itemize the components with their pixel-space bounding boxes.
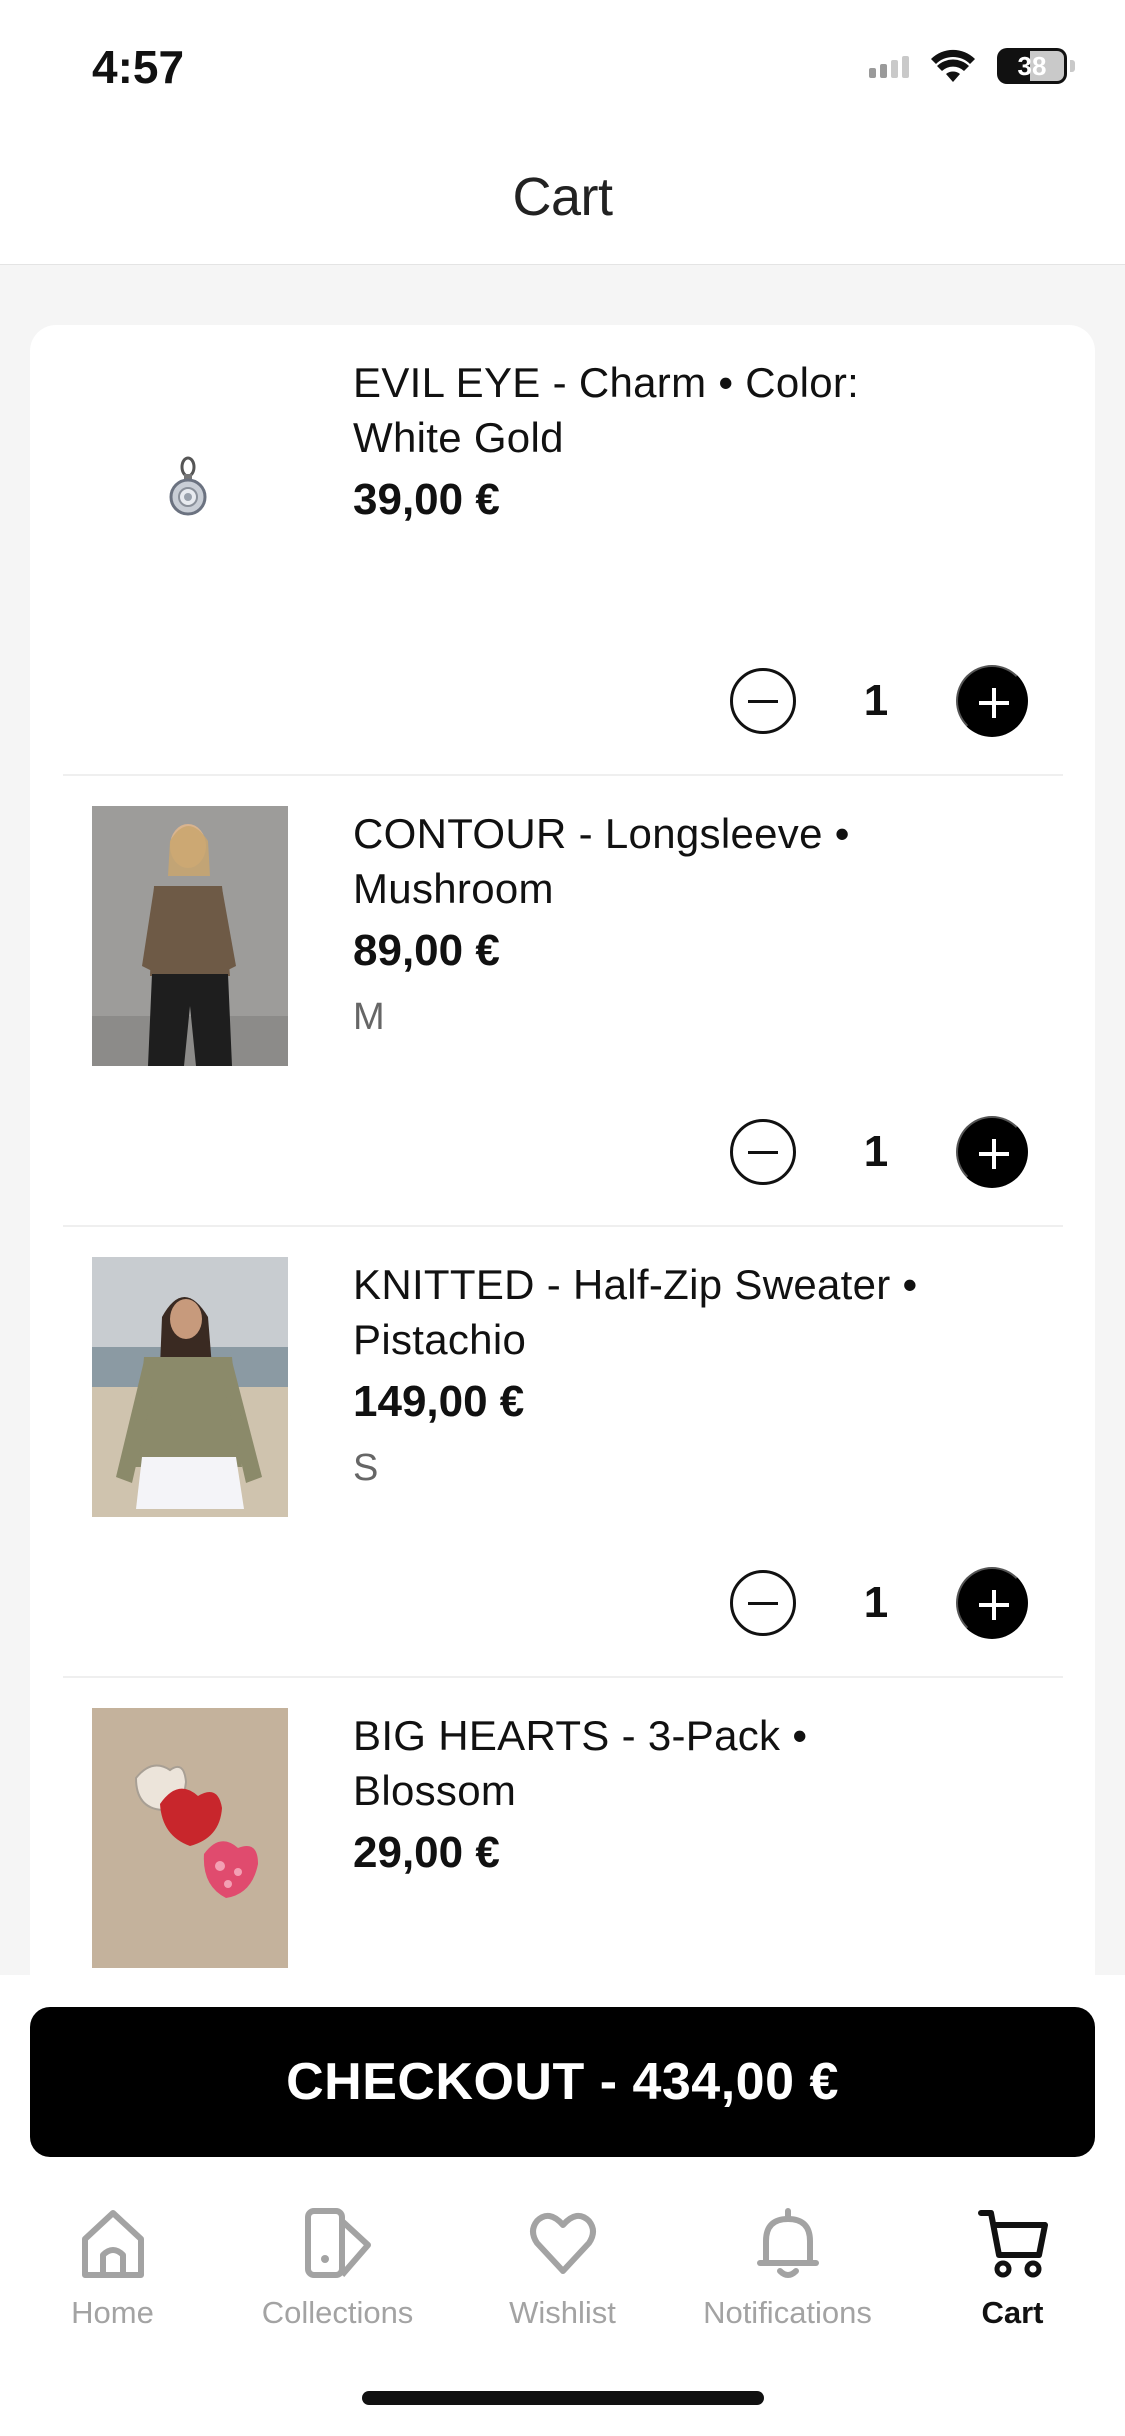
tab-label: Collections xyxy=(261,2295,414,2330)
quantity-value: 1 xyxy=(863,676,889,725)
increase-quantity-button[interactable] xyxy=(956,665,1028,737)
battery-icon: 38 xyxy=(997,48,1067,84)
charm-image[interactable] xyxy=(92,355,288,615)
cart-item[interactable]: KNITTED - Half-Zip Sweater • Pistachio 1… xyxy=(63,1227,1063,1678)
checkout-button[interactable]: CHECKOUT - 434,00 € xyxy=(30,2007,1095,2157)
item-title: KNITTED - Half-Zip Sweater • Pistachio xyxy=(353,1261,918,1363)
collections-icon xyxy=(304,2208,371,2278)
cart-item[interactable]: CONTOUR - Longsleeve • Mushroom 89,00 € … xyxy=(63,776,1063,1227)
decrease-quantity-button[interactable] xyxy=(730,668,796,734)
quantity-stepper: 1 xyxy=(730,1116,1028,1188)
item-price: 29,00 € xyxy=(353,1828,500,1877)
increase-quantity-button[interactable] xyxy=(956,1116,1028,1188)
battery-level: 38 xyxy=(1017,50,1047,81)
bottom-area: CHECKOUT - 434,00 € Home Collections Wis… xyxy=(0,1975,1125,2436)
cart-item[interactable]: EVIL EYE - Charm • Color: White Gold 39,… xyxy=(63,325,1063,776)
cart-list: EVIL EYE - Charm • Color: White Gold 39,… xyxy=(30,325,1095,2005)
sweater-image[interactable] xyxy=(92,1257,288,1517)
item-size: S xyxy=(353,1447,379,1489)
tab-collections[interactable]: Collections xyxy=(225,2205,450,2345)
longsleeve-image[interactable] xyxy=(92,806,288,1066)
home-indicator[interactable] xyxy=(362,2391,764,2405)
tab-label: Wishlist xyxy=(509,2295,616,2330)
heart-icon xyxy=(529,2212,596,2274)
bell-icon xyxy=(756,2208,819,2278)
item-title: BIG HEARTS - 3-Pack • Blossom xyxy=(353,1712,808,1814)
status-bar: 4:57 38 xyxy=(0,0,1125,130)
page-title: Cart xyxy=(512,167,613,227)
cart-icon xyxy=(977,2210,1048,2278)
quantity-value: 1 xyxy=(863,1127,889,1176)
tab-wishlist[interactable]: Wishlist xyxy=(450,2205,675,2345)
quantity-value: 1 xyxy=(863,1578,889,1627)
tab-bar: Home Collections Wishlist Notifications … xyxy=(0,2205,1125,2345)
item-size: M xyxy=(353,996,385,1038)
tab-label: Home xyxy=(71,2295,154,2330)
decrease-quantity-button[interactable] xyxy=(730,1119,796,1185)
tab-home[interactable]: Home xyxy=(0,2205,225,2345)
wifi-icon xyxy=(931,49,975,82)
item-price: 39,00 € xyxy=(353,475,500,524)
tab-cart[interactable]: Cart xyxy=(900,2205,1125,2345)
item-price: 149,00 € xyxy=(353,1377,525,1426)
item-title: EVIL EYE - Charm • Color: White Gold xyxy=(353,359,860,461)
status-icons: 38 xyxy=(869,48,1075,84)
decrease-quantity-button[interactable] xyxy=(730,1570,796,1636)
status-time: 4:57 xyxy=(92,41,185,93)
item-title: CONTOUR - Longsleeve • Mushroom xyxy=(353,810,850,912)
quantity-stepper: 1 xyxy=(730,1567,1028,1639)
cart-item[interactable]: BIG HEARTS - 3-Pack • Blossom 29,00 € xyxy=(63,1678,1063,2005)
page-header: Cart xyxy=(0,130,1125,265)
tab-notifications[interactable]: Notifications xyxy=(675,2205,900,2345)
quantity-stepper: 1 xyxy=(730,665,1028,737)
item-price: 89,00 € xyxy=(353,926,500,975)
tab-label: Cart xyxy=(981,2295,1044,2330)
tab-label: Notifications xyxy=(703,2295,872,2330)
hair-clips-image[interactable] xyxy=(92,1708,288,1968)
cellular-signal-icon xyxy=(869,54,909,78)
increase-quantity-button[interactable] xyxy=(956,1567,1028,1639)
home-icon xyxy=(81,2210,144,2278)
